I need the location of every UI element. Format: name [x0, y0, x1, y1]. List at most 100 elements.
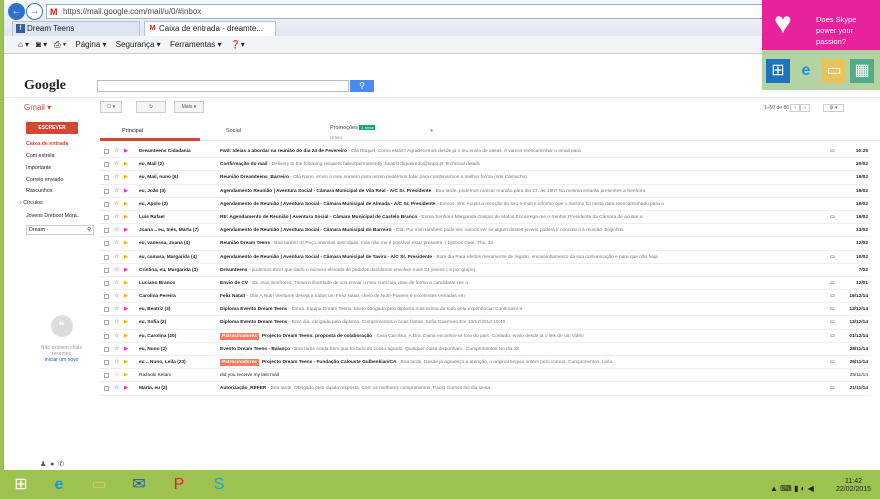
star-icon[interactable]: ☆	[114, 251, 119, 263]
importance-icon[interactable]: ▶	[124, 290, 128, 302]
row-checkbox[interactable]	[104, 175, 109, 181]
message-row[interactable]: ☆ ▶ eu, Beatriz (2) Diploma Evento Dream Te…	[100, 303, 870, 317]
row-checkbox[interactable]	[104, 373, 109, 379]
row-checkbox[interactable]	[104, 149, 109, 154]
star-icon[interactable]: ☆	[114, 185, 119, 197]
rss-icon[interactable]: ◙ ▾	[36, 40, 47, 49]
importance-icon[interactable]: ▶	[124, 198, 128, 210]
row-checkbox[interactable]	[104, 333, 109, 339]
volume-icon[interactable]: ◀	[808, 484, 814, 493]
star-icon[interactable]: ☆	[114, 369, 119, 381]
back-icon[interactable]: ←	[8, 3, 25, 20]
importance-icon[interactable]: ▶	[124, 330, 128, 342]
tab-dream-teens[interactable]: f Dream Teens	[12, 21, 140, 36]
phone-icon[interactable]: ✆	[58, 461, 64, 468]
tab-social[interactable]: Social	[204, 121, 304, 141]
message-row[interactable]: ☆ ▶ eu, Carolina (20) Patrocinadores Project…	[100, 330, 870, 343]
forward-icon[interactable]: →	[26, 3, 43, 20]
row-checkbox[interactable]	[104, 267, 109, 273]
chat-user[interactable]: Jovens Dreboot Mora..	[26, 213, 80, 219]
row-checkbox[interactable]	[104, 360, 109, 365]
importance-icon[interactable]: ▶	[124, 224, 128, 236]
windows-icon[interactable]: ⊞	[766, 59, 790, 83]
menu-tools[interactable]: Ferramentas ▾	[170, 40, 222, 49]
row-checkbox[interactable]	[104, 346, 109, 352]
importance-icon[interactable]: ▶	[124, 316, 128, 328]
message-row[interactable]: ☆ ▶ eu, Nuno (2) Evento Dream Teens - Balan…	[100, 343, 870, 356]
row-checkbox[interactable]	[104, 254, 109, 260]
next-page-button[interactable]: ›	[800, 104, 810, 112]
refresh-button[interactable]: ↻	[136, 101, 166, 113]
skype-ad[interactable]: ♥ Does Skype power your passion?	[762, 0, 880, 50]
importance-icon[interactable]: ▶	[124, 145, 128, 157]
mail-icon[interactable]: ✉	[122, 472, 156, 498]
row-checkbox[interactable]	[104, 201, 109, 207]
folder-circles[interactable]: › Círculos	[20, 200, 43, 206]
menu-security[interactable]: Segurança ▾	[116, 40, 161, 49]
importance-icon[interactable]: ▶	[124, 185, 128, 197]
start-hangout-link[interactable]: Iniciar um novo	[24, 357, 99, 363]
star-icon[interactable]: ☆	[114, 237, 119, 249]
address-bar[interactable]: Mhttps://mail.google.com/mail/u/0/#inbox	[46, 4, 766, 19]
message-row[interactable]: ☆ ▶ Marta, eu (2) Autorização_REFER - Boa t…	[100, 382, 870, 396]
star-icon[interactable]: ☆	[114, 145, 119, 157]
folder-important[interactable]: Importante	[26, 165, 51, 171]
message-row[interactable]: ☆ ▶ Cristina, eu, Margarida (3) Dreamteens …	[100, 264, 870, 277]
settings-gear-icon[interactable]: ⚙ ▾	[823, 104, 844, 112]
folder-starred[interactable]: Com estrela	[26, 153, 55, 159]
row-checkbox[interactable]	[104, 241, 109, 247]
show-hidden-icon[interactable]: ▲	[770, 484, 778, 493]
gmail-menu[interactable]: Gmail ▾	[24, 103, 51, 112]
folder-icon[interactable]: ▭	[822, 59, 846, 83]
importance-icon[interactable]: ▶	[124, 382, 128, 394]
importance-icon[interactable]: ▶	[124, 171, 128, 183]
row-checkbox[interactable]	[104, 320, 109, 326]
ie-taskbar-icon[interactable]: e	[42, 472, 76, 498]
star-icon[interactable]: ☆	[114, 198, 119, 210]
search-input[interactable]	[97, 80, 349, 92]
star-icon[interactable]: ☆	[114, 303, 119, 315]
search-button[interactable]: ⚲	[350, 80, 374, 92]
importance-icon[interactable]: ▶	[124, 303, 128, 315]
row-checkbox[interactable]	[104, 307, 109, 313]
person-icon[interactable]: ♟	[40, 461, 46, 468]
add-tab-icon[interactable]: +	[426, 121, 446, 141]
star-icon[interactable]: ☆	[114, 330, 119, 342]
row-checkbox[interactable]	[104, 162, 109, 168]
importance-icon[interactable]: ▶	[124, 356, 128, 368]
star-icon[interactable]: ☆	[114, 277, 119, 289]
home-icon[interactable]: ⌂ ▾	[18, 40, 29, 49]
message-row[interactable]: ☆ ▶ Razaoki Kelani did you receive my last …	[100, 369, 870, 383]
importance-icon[interactable]: ▶	[124, 158, 128, 170]
prev-page-button[interactable]: ‹	[790, 104, 801, 112]
message-row[interactable]: ☆ ▶ Joana .. eu, Inês, Marta (7) Agendament…	[100, 224, 870, 238]
row-checkbox[interactable]	[104, 188, 109, 194]
importance-icon[interactable]: ▶	[124, 343, 128, 355]
row-checkbox[interactable]	[104, 280, 109, 286]
search-people-icon[interactable]: ⚲	[87, 227, 91, 233]
folder-drafts[interactable]: Rascunhos	[26, 188, 53, 194]
row-checkbox[interactable]	[104, 386, 109, 392]
message-row[interactable]: ☆ ▶ Carolina Pereira Feliz Natal! - Olá! A …	[100, 290, 870, 304]
message-row[interactable]: ☆ ▶ eu, vanessa, Joana (4) Reunião Dream Te…	[100, 237, 870, 251]
star-icon[interactable]: ☆	[114, 382, 119, 394]
row-checkbox[interactable]	[104, 294, 109, 300]
star-icon[interactable]: ☆	[114, 171, 119, 183]
star-icon[interactable]: ☆	[114, 343, 119, 355]
importance-icon[interactable]: ▶	[124, 251, 128, 263]
keyboard-icon[interactable]: ⌨	[780, 484, 792, 493]
message-row[interactable]: ☆ ▶ eu, Mail (2) Confirmação do mail - Deli…	[100, 158, 870, 172]
star-icon[interactable]: ☆	[114, 264, 119, 276]
star-icon[interactable]: ☆	[114, 158, 119, 170]
importance-icon[interactable]: ▶	[124, 369, 128, 381]
message-row[interactable]: ☆ ▶ eu, Apolo (2) Agendamento de Reunião | …	[100, 198, 870, 211]
compose-button[interactable]: ESCREVER	[26, 122, 78, 134]
menu-page[interactable]: Página ▾	[75, 40, 106, 49]
message-row[interactable]: ☆ ▶ eu .. Nuno, Leila (23) Patrocinadores Pr…	[100, 356, 870, 370]
message-row[interactable]: ☆ ▶ Luciano Branco Envio de CV - Ex. mos Se…	[100, 277, 870, 291]
tab-primary[interactable]: Principal	[100, 121, 200, 141]
importance-icon[interactable]: ▶	[124, 277, 128, 289]
select-checkbox[interactable]: ☐ ▾	[100, 101, 122, 113]
folder-sent[interactable]: Correio enviado	[26, 177, 63, 183]
importance-icon[interactable]: ▶	[124, 237, 128, 249]
